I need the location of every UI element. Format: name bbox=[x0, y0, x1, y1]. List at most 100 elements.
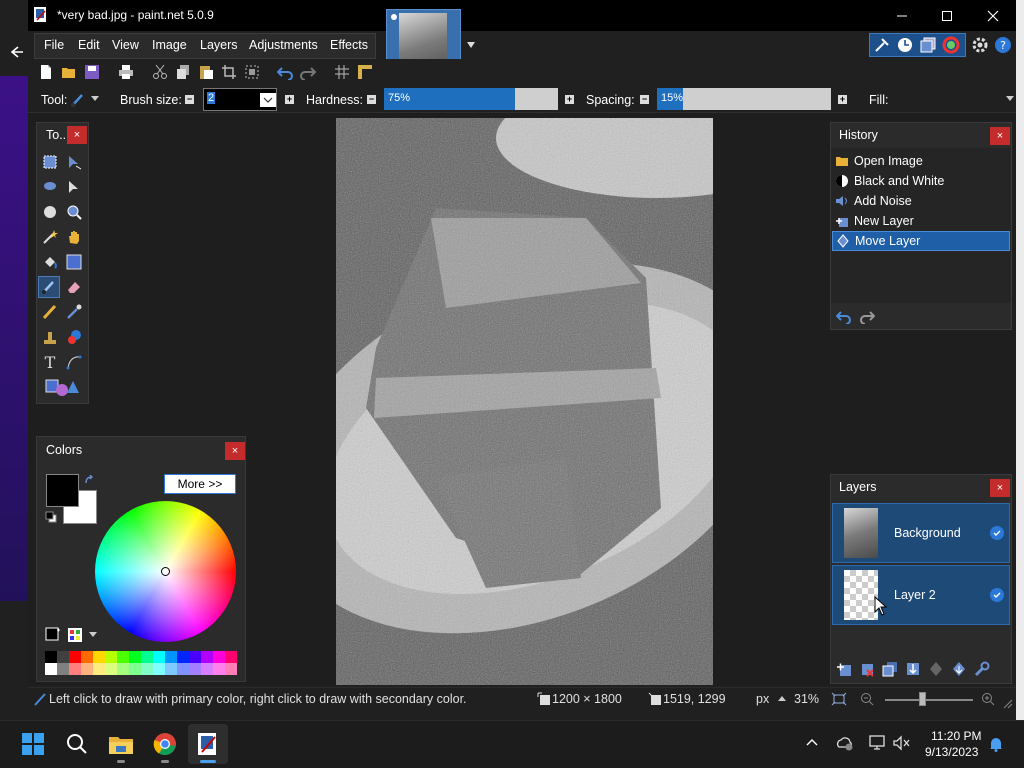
text-tool-icon[interactable]: T bbox=[39, 351, 61, 373]
brush-size-dropdown-icon[interactable] bbox=[260, 93, 276, 107]
menu-file[interactable]: File bbox=[44, 38, 64, 52]
image-canvas[interactable] bbox=[336, 118, 713, 685]
layer-row-background[interactable]: Background bbox=[832, 503, 1010, 563]
layer-row-layer-2[interactable]: Layer 2 bbox=[832, 565, 1010, 625]
rulers-toggle-icon[interactable] bbox=[357, 64, 373, 80]
palette-swatch[interactable] bbox=[225, 651, 237, 663]
crop-to-selection-icon[interactable] bbox=[221, 64, 237, 80]
brush-size-value[interactable]: 2 bbox=[207, 92, 216, 104]
rectangle-select-tool-icon[interactable] bbox=[39, 151, 61, 173]
menu-adjustments[interactable]: Adjustments bbox=[249, 38, 318, 52]
line-curve-tool-icon[interactable] bbox=[63, 351, 85, 373]
minimize-button[interactable] bbox=[879, 0, 925, 31]
paint-bucket-tool-icon[interactable] bbox=[39, 251, 61, 273]
pan-tool-icon[interactable] bbox=[63, 226, 85, 248]
palette-swatch[interactable] bbox=[213, 651, 225, 663]
spacing-increase-button[interactable]: + bbox=[838, 95, 847, 104]
units-selector[interactable]: px bbox=[756, 692, 769, 706]
copy-icon[interactable] bbox=[175, 64, 191, 80]
brush-size-increase-button[interactable]: + bbox=[285, 95, 294, 104]
units-dropdown-chevron-icon[interactable] bbox=[778, 696, 786, 702]
print-icon[interactable] bbox=[118, 64, 134, 80]
palette-swatch[interactable] bbox=[81, 663, 93, 675]
shapes-tool-icon[interactable] bbox=[45, 376, 81, 398]
palette-swatch[interactable] bbox=[141, 663, 153, 675]
help-icon[interactable]: ? bbox=[994, 36, 1012, 54]
onedrive-icon[interactable] bbox=[836, 735, 854, 751]
palette-swatch[interactable] bbox=[57, 663, 69, 675]
palette-dropdown-chevron-icon[interactable] bbox=[89, 632, 97, 638]
back-arrow-icon[interactable] bbox=[8, 44, 24, 60]
zoom-tool-icon[interactable] bbox=[63, 201, 85, 223]
taskbar-date[interactable]: 9/13/2023 bbox=[925, 745, 978, 759]
palette-swatch[interactable] bbox=[69, 651, 81, 663]
palette-swatch[interactable] bbox=[177, 651, 189, 663]
zoom-to-window-icon[interactable] bbox=[831, 692, 847, 706]
ellipse-select-tool-icon[interactable] bbox=[39, 201, 61, 223]
chrome-icon[interactable] bbox=[150, 729, 180, 759]
magic-wand-tool-icon[interactable] bbox=[39, 226, 61, 248]
move-layer-up-icon[interactable] bbox=[928, 661, 944, 677]
palette-swatch[interactable] bbox=[45, 651, 57, 663]
notifications-bell-icon[interactable] bbox=[988, 736, 1004, 752]
move-selection-tool-icon[interactable] bbox=[63, 176, 85, 198]
spacing-slider[interactable]: 15% bbox=[657, 88, 831, 110]
palette-swatch[interactable] bbox=[93, 663, 105, 675]
colors-panel-close-button[interactable]: × bbox=[225, 442, 245, 460]
layers-window-toggle-icon[interactable] bbox=[919, 36, 937, 54]
palette-swatch[interactable] bbox=[165, 651, 177, 663]
zoom-level[interactable]: 31% bbox=[794, 692, 819, 706]
paintnet-taskbar-icon[interactable] bbox=[193, 729, 223, 759]
palette-swatch[interactable] bbox=[153, 651, 165, 663]
history-undo-icon[interactable] bbox=[836, 310, 852, 324]
history-item-move-layer[interactable]: Move Layer bbox=[832, 231, 1010, 251]
palette-swatch[interactable] bbox=[93, 651, 105, 663]
save-file-icon[interactable] bbox=[84, 64, 100, 80]
palette-swatch[interactable] bbox=[105, 663, 117, 675]
open-file-icon[interactable] bbox=[61, 64, 77, 80]
file-explorer-icon[interactable] bbox=[106, 729, 136, 759]
merge-layer-down-icon[interactable] bbox=[905, 661, 921, 677]
recolor-tool-icon[interactable] bbox=[63, 326, 85, 348]
hardness-decrease-button[interactable]: − bbox=[367, 95, 376, 104]
palette-swatch[interactable] bbox=[117, 663, 129, 675]
palette-options-icon[interactable] bbox=[67, 627, 83, 643]
menu-view[interactable]: View bbox=[112, 38, 139, 52]
layer-visibility-checkbox[interactable] bbox=[990, 526, 1004, 540]
toolbar-overflow-chevron-icon[interactable] bbox=[1006, 96, 1014, 102]
paintbrush-tool-icon[interactable] bbox=[38, 276, 60, 298]
history-panel-close-button[interactable]: × bbox=[990, 127, 1010, 145]
palette-swatch[interactable] bbox=[57, 651, 69, 663]
color-picker-tool-icon[interactable] bbox=[63, 301, 85, 323]
spacing-decrease-button[interactable]: − bbox=[640, 95, 649, 104]
gradient-tool-icon[interactable] bbox=[63, 251, 85, 273]
maximize-button[interactable] bbox=[924, 0, 970, 31]
palette-swatch[interactable] bbox=[189, 651, 201, 663]
palette-swatch[interactable] bbox=[153, 663, 165, 675]
zoom-out-icon[interactable] bbox=[860, 692, 874, 706]
layer-properties-icon[interactable] bbox=[974, 661, 990, 677]
new-file-icon[interactable] bbox=[38, 64, 54, 80]
deselect-icon[interactable] bbox=[244, 64, 260, 80]
history-item-open-image[interactable]: Open Image bbox=[832, 151, 1010, 171]
palette-swatch[interactable] bbox=[213, 663, 225, 675]
tools-window-toggle-icon[interactable] bbox=[873, 36, 891, 54]
reset-colors-icon[interactable] bbox=[45, 511, 57, 523]
tool-dropdown-chevron-icon[interactable] bbox=[91, 96, 99, 102]
tools-panel-close-button[interactable]: × bbox=[67, 126, 87, 144]
lasso-select-tool-icon[interactable] bbox=[39, 176, 61, 198]
swap-colors-icon[interactable] bbox=[84, 475, 96, 487]
grid-toggle-icon[interactable] bbox=[334, 64, 350, 80]
current-tool-paintbrush-icon[interactable] bbox=[70, 92, 86, 108]
network-icon[interactable] bbox=[868, 735, 886, 751]
history-item-add-noise[interactable]: Add Noise bbox=[832, 191, 1010, 211]
windows-start-icon[interactable] bbox=[18, 729, 48, 759]
taskbar-time[interactable]: 11:20 PM bbox=[931, 729, 981, 743]
primary-color-swatch[interactable] bbox=[46, 474, 79, 507]
layer-visibility-checkbox[interactable] bbox=[990, 588, 1004, 602]
redo-icon[interactable] bbox=[300, 64, 316, 80]
palette-swatch[interactable] bbox=[189, 663, 201, 675]
cut-icon[interactable] bbox=[152, 64, 168, 80]
resize-grip-icon[interactable] bbox=[1003, 699, 1013, 709]
palette-swatch[interactable] bbox=[129, 663, 141, 675]
